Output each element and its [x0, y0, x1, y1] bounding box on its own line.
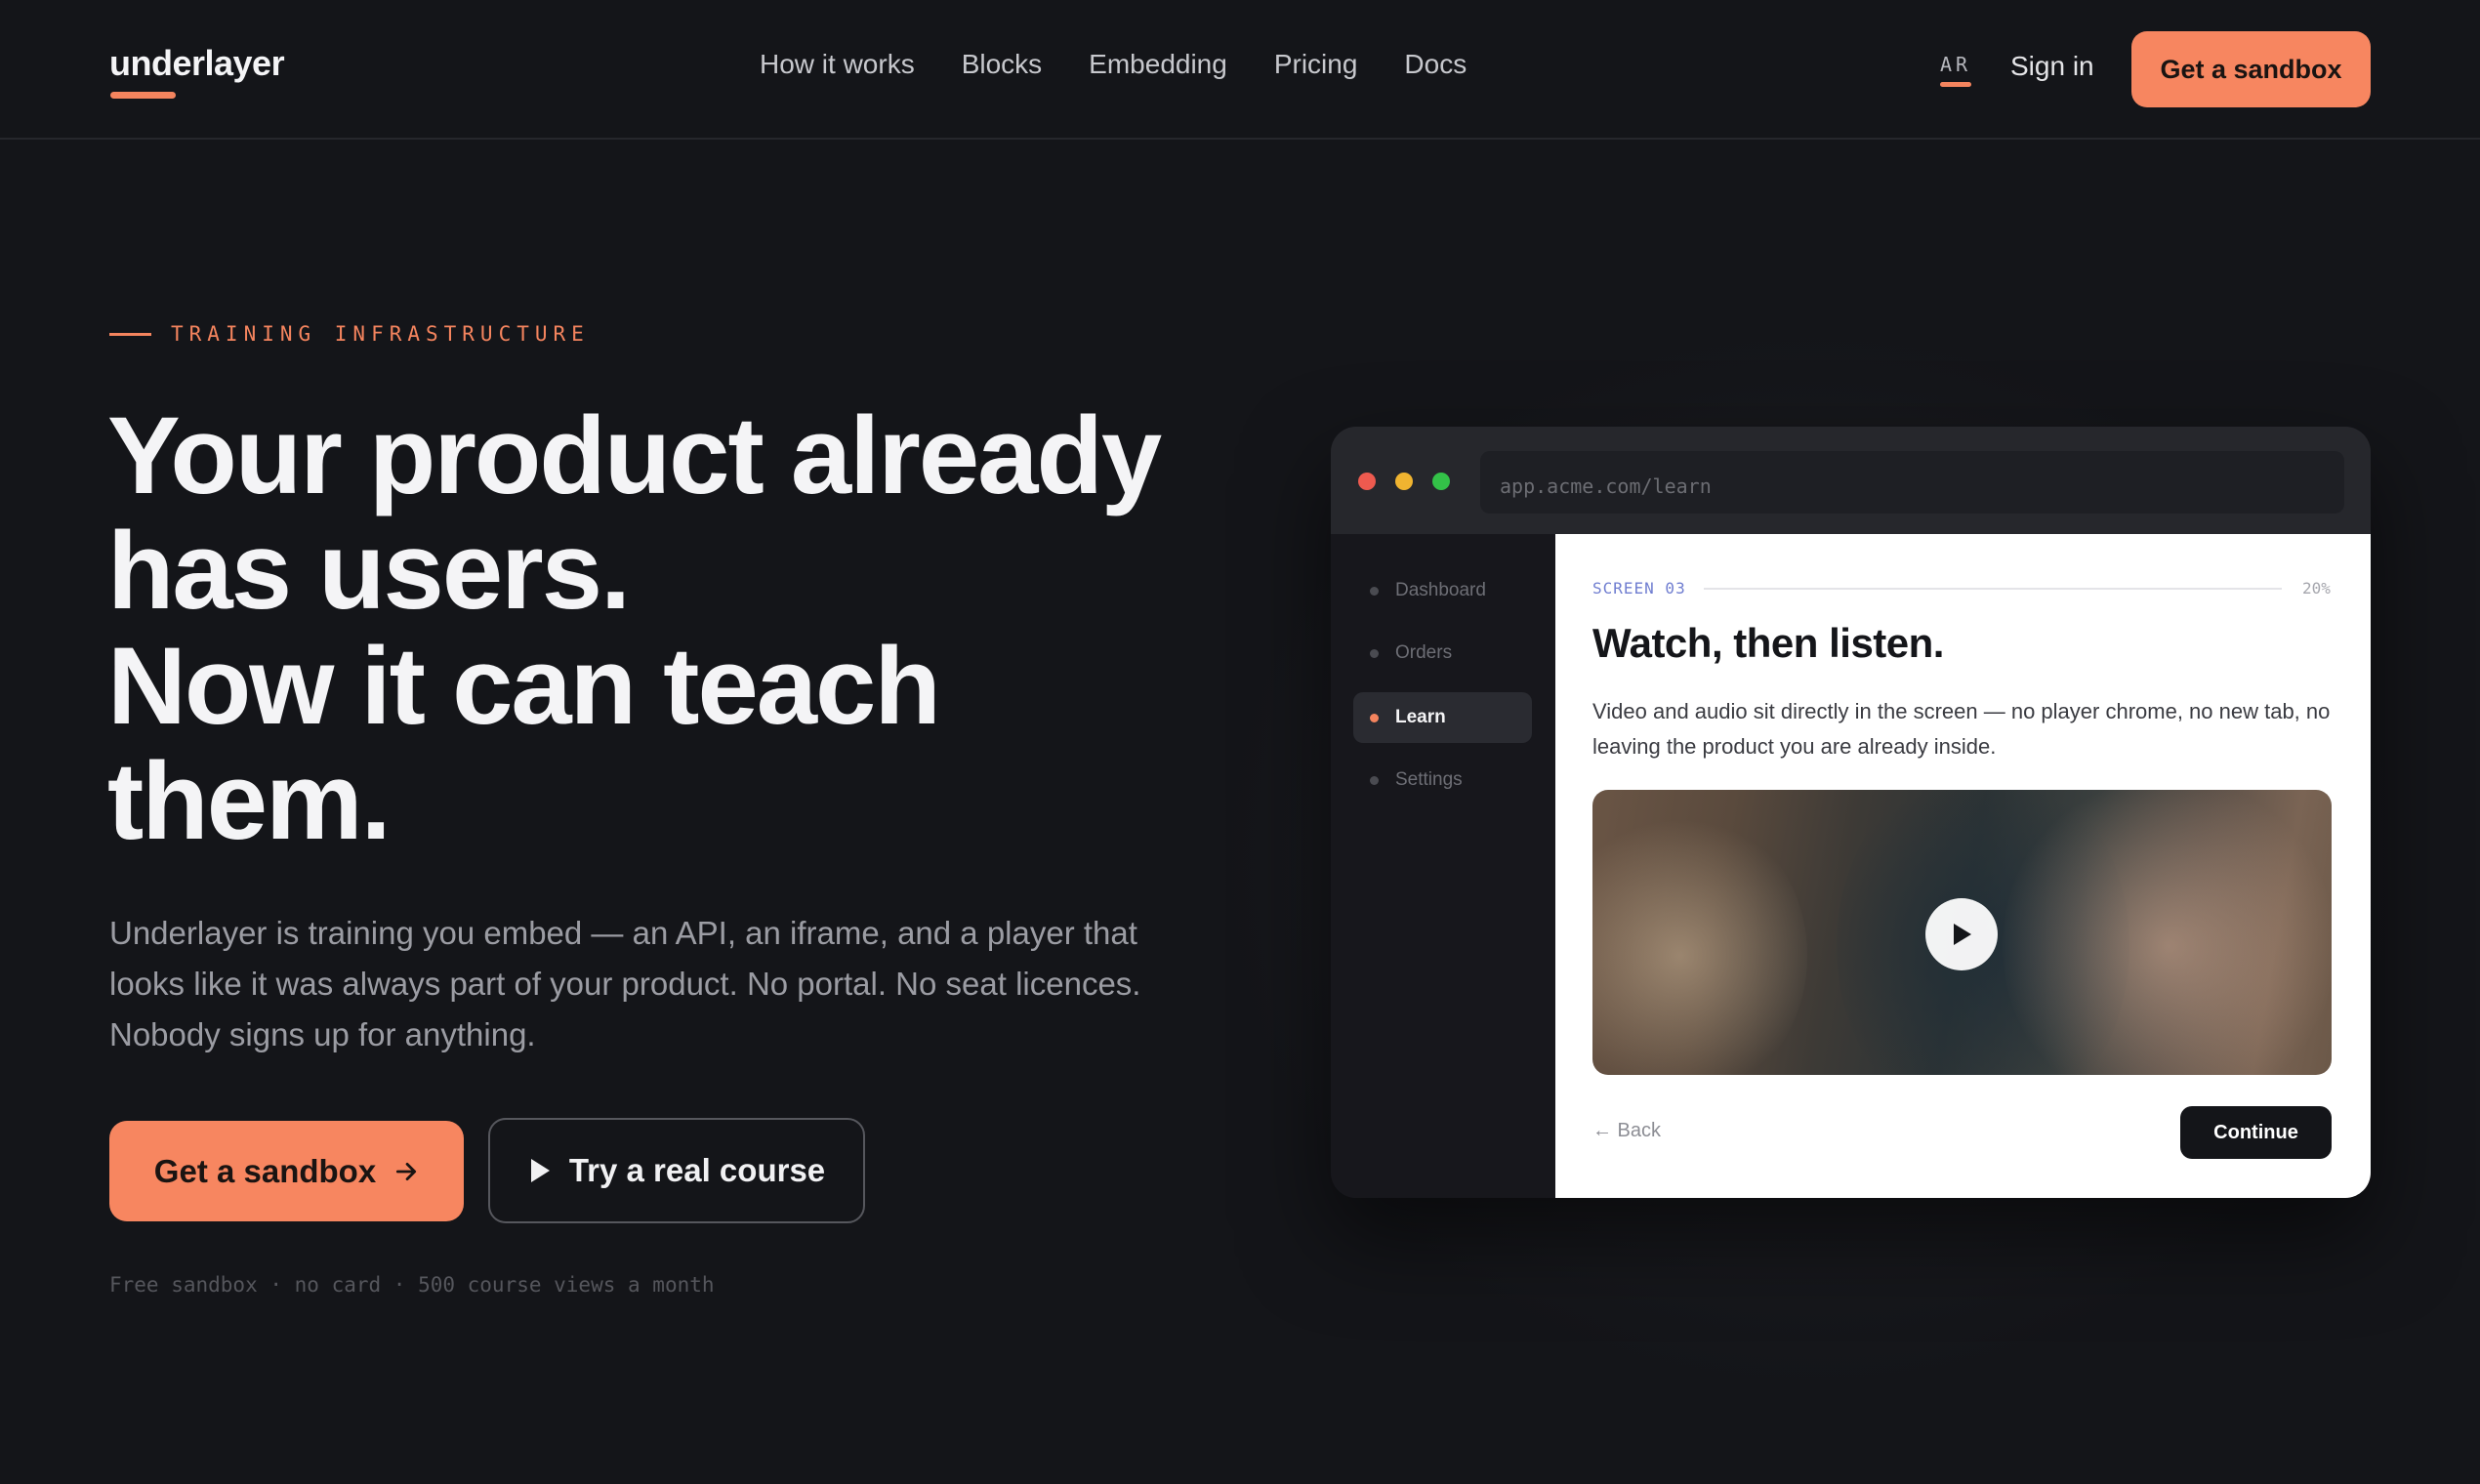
nav-link-how-it-works[interactable]: How it works: [760, 49, 915, 80]
nav-get-sandbox-button[interactable]: Get a sandbox: [2131, 31, 2371, 107]
hero-subcopy: Underlayer is training you embed — an AP…: [109, 915, 1141, 1052]
sidebar-item-dashboard[interactable]: Dashboard: [1353, 565, 1532, 616]
hero-headline: Your product already has users. Now it c…: [107, 398, 1279, 859]
minimize-dot-icon: [1395, 473, 1413, 490]
video-light-area: [1592, 809, 1807, 1075]
sidebar-item-settings[interactable]: Settings: [1353, 755, 1532, 805]
logo[interactable]: underlayer: [109, 43, 285, 99]
top-nav: underlayer How it works Blocks Embedding…: [0, 0, 2480, 140]
sign-in-link[interactable]: Sign in: [2010, 51, 2094, 82]
sidebar-item-orders[interactable]: Orders: [1353, 628, 1532, 679]
language-label: AR: [1940, 53, 1972, 76]
product-mock-window: app.acme.com/learn Dashboard Orders Lear…: [1331, 427, 2371, 1198]
headline-line-1: Your product already: [107, 394, 1162, 516]
sidebar-item-label: Dashboard: [1395, 580, 1486, 600]
get-sandbox-button[interactable]: Get a sandbox: [109, 1121, 464, 1221]
nav-link-embedding[interactable]: Embedding: [1089, 49, 1227, 80]
continue-button[interactable]: Continue: [2180, 1106, 2332, 1159]
nav-links: How it works Blocks Embedding Pricing Do…: [760, 49, 1467, 80]
headline-line-2: has users.: [107, 510, 631, 632]
eyebrow-text: TRAINING INFRASTRUCTURE: [171, 322, 590, 346]
screen-label: SCREEN 03: [1592, 579, 1686, 598]
arrow-right-icon: [396, 1162, 417, 1180]
play-icon: [530, 1159, 550, 1182]
sidebar-item-label: Learn: [1395, 707, 1446, 727]
lesson-description: Video and audio sit directly in the scre…: [1592, 699, 2331, 759]
fine-print: Free sandbox · no card · 500 course view…: [109, 1273, 715, 1297]
headline-line-3: Now it can teach: [107, 625, 941, 747]
language-switcher[interactable]: AR: [1940, 53, 1972, 87]
bullet-icon: [1370, 776, 1379, 785]
try-real-course-label: Try a real course: [568, 1152, 826, 1188]
logo-underline: [110, 92, 176, 99]
try-real-course-button[interactable]: Try a real course: [488, 1118, 865, 1223]
sidebar-item-label: Orders: [1395, 642, 1453, 663]
progress-percent: 20%: [2302, 579, 2331, 598]
sidebar-item-label: Settings: [1395, 769, 1463, 790]
play-button[interactable]: [1925, 898, 1998, 970]
lesson-panel: SCREEN 03 20% Watch, then listen. Video …: [1555, 534, 2371, 1198]
bullet-icon: [1370, 587, 1379, 596]
maximize-dot-icon: [1432, 473, 1450, 490]
nav-link-pricing[interactable]: Pricing: [1274, 49, 1358, 80]
headline-line-4: them.: [107, 740, 392, 862]
nav-link-blocks[interactable]: Blocks: [962, 49, 1042, 80]
nav-link-docs[interactable]: Docs: [1404, 49, 1467, 80]
back-link[interactable]: ← Back: [1592, 1120, 1661, 1142]
close-dot-icon: [1358, 473, 1376, 490]
logo-text: underlayer: [109, 43, 285, 83]
bullet-icon: [1370, 714, 1379, 722]
eyebrow-line: [109, 332, 151, 336]
sidebar-item-learn[interactable]: Learn: [1353, 692, 1532, 743]
eyebrow: TRAINING INFRASTRUCTURE: [109, 322, 590, 346]
play-icon: [1954, 924, 1971, 945]
get-sandbox-label: Get a sandbox: [153, 1152, 377, 1189]
window-titlebar: app.acme.com/learn: [1331, 427, 2371, 534]
video-player[interactable]: [1592, 790, 2332, 1075]
url-bar[interactable]: app.acme.com/learn: [1480, 451, 2344, 514]
language-underline: [1940, 82, 1972, 87]
video-figure-right: [2003, 790, 2332, 1075]
mock-sidebar: Dashboard Orders Learn Settings: [1331, 534, 1555, 1198]
progress-bar: [1704, 588, 2282, 590]
lesson-title: Watch, then listen.: [1592, 620, 1944, 666]
bullet-icon: [1370, 649, 1379, 658]
